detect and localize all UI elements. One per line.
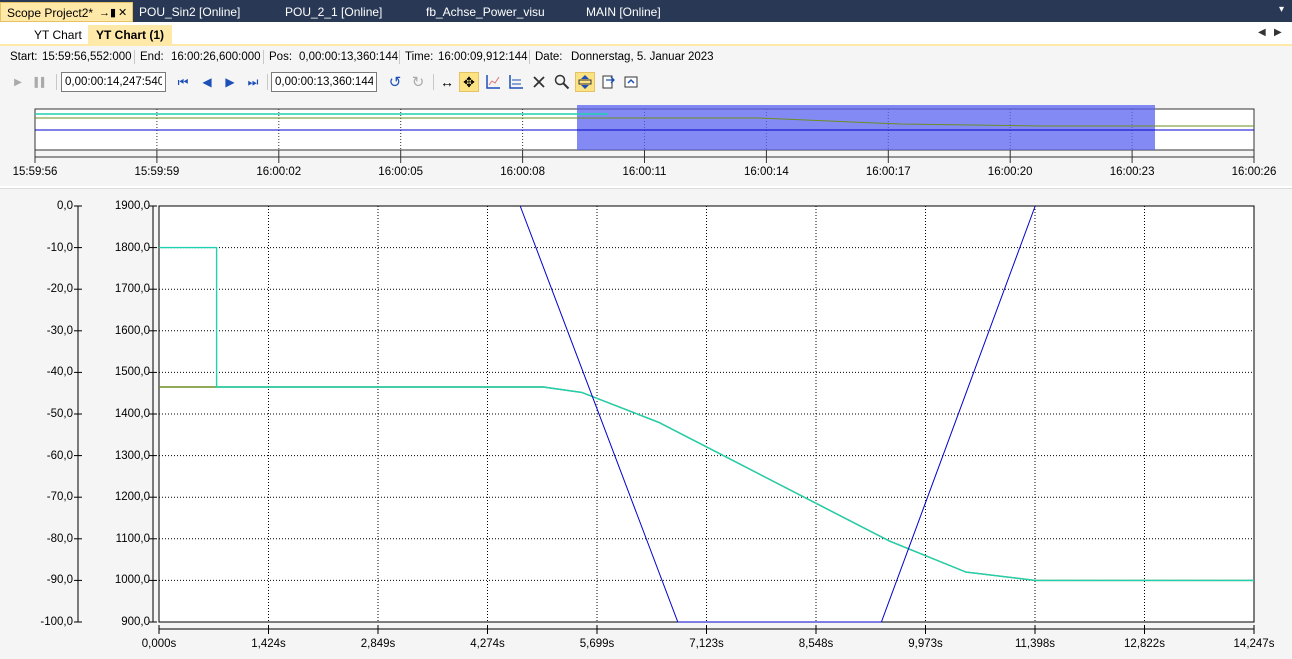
y-tick-label: -60,0 <box>46 449 73 462</box>
y-tick-label: 1300,0 <box>114 449 150 462</box>
overview-selection[interactable] <box>577 105 1155 150</box>
end-value: 16:00:26,600:000 <box>171 51 261 63</box>
x-tick-label: 2,849s <box>360 638 396 650</box>
y-tick-label: 1800,0 <box>114 241 150 254</box>
chart-icon[interactable] <box>483 72 503 92</box>
time-value: 16:00:09,912:144 <box>438 51 528 63</box>
info-row: Start: 15:59:56,552:000 End: 16:00:26,60… <box>0 46 1292 68</box>
x-tick-label: 7,123s <box>689 638 724 650</box>
y-tick-label: -40,0 <box>46 366 73 379</box>
tab-yt-chart-1[interactable]: YT Chart (1) <box>88 25 173 45</box>
x-tick-label: 12,822s <box>1124 638 1165 650</box>
date-label: Date: <box>535 51 563 63</box>
y-tick-label: -10,0 <box>46 241 73 254</box>
y-tick-label: -90,0 <box>46 574 73 587</box>
y-tick-label: 1600,0 <box>114 324 150 337</box>
zoom-icon[interactable] <box>552 72 572 92</box>
doc-tab-scope-project[interactable]: Scope Project2* →▮ ✕ <box>0 2 133 22</box>
y-tick-label: 0,0 <box>57 200 73 212</box>
prev-button[interactable]: ◀ <box>197 72 217 92</box>
y-tick-label: 1200,0 <box>114 491 150 504</box>
x-tick-label: 4,274s <box>470 638 505 650</box>
next-button[interactable]: ▶ <box>220 72 240 92</box>
play-button[interactable]: ▶ <box>8 72 28 92</box>
y-tick-label: 1500,0 <box>114 366 150 379</box>
x-tick-label: 1,424s <box>251 638 286 650</box>
x-tick-label: 5,699s <box>579 638 615 650</box>
pause-button[interactable]: ▌▌ <box>31 72 51 92</box>
y-tick-label: -50,0 <box>46 408 73 420</box>
x-tick-label: 11,398s <box>1014 638 1056 650</box>
close-icon[interactable]: ✕ <box>118 3 127 23</box>
x-tick-label: 8,548s <box>798 638 834 650</box>
y-tick-label: 1400,0 <box>114 408 150 420</box>
overview-tick-label: 16:00:23 <box>1109 166 1155 178</box>
position-input[interactable] <box>271 72 377 92</box>
scroll-right-icon[interactable]: ▶ <box>1274 27 1282 38</box>
overview-tick-label: 16:00:11 <box>622 166 667 178</box>
x-tick-label: 9,973s <box>908 638 943 650</box>
first-button[interactable]: ⏮ <box>173 72 193 92</box>
overview-tick-label: 16:00:20 <box>987 166 1033 178</box>
overview-tick-label: 16:00:05 <box>378 166 424 178</box>
doc-tab-label: MAIN [Online] <box>586 5 661 19</box>
time-label: Time: <box>405 51 434 63</box>
y-tick-label: 1900,0 <box>114 200 150 212</box>
export-icon[interactable] <box>621 72 641 92</box>
y-tick-label: 1100,0 <box>115 532 150 545</box>
zoom-icon[interactable] <box>575 72 595 92</box>
y-tick-label: -100,0 <box>40 616 73 628</box>
document-tab-strip: Scope Project2* →▮ ✕ POU_Sin2 [Online] P… <box>0 0 1292 22</box>
chart-icon[interactable] <box>506 72 526 92</box>
doc-tab-label: POU_Sin2 [Online] <box>139 5 241 19</box>
redo-button[interactable]: ↻ <box>408 72 428 92</box>
start-value: 15:59:56,552:000 <box>42 51 132 63</box>
doc-tab-label: fb_Achse_Power_visu <box>426 5 545 19</box>
scope-toolbar: ▶ ▌▌ ⏮ ◀ ▶ ⏭ ↺ ↻ ↔ ✥ <box>0 68 1292 96</box>
overview-tick-label: 15:59:59 <box>134 166 180 178</box>
pos-value: 0,00:00:13,360:144 <box>299 51 399 63</box>
overview-tick-label: 15:59:56 <box>12 166 58 178</box>
doc-tab-fb-achse[interactable]: fb_Achse_Power_visu <box>420 2 545 22</box>
yt-chart-svg[interactable] <box>0 189 1292 659</box>
y-tick-label: 1700,0 <box>114 283 150 296</box>
last-button[interactable]: ⏭ <box>243 72 263 92</box>
y-tick-label: -20,0 <box>46 283 73 296</box>
yt-chart[interactable]: 0,0 -10,0 -20,0 -30,0 -40,0 -50,0 -60,0 -70,0 -8… <box>0 188 1292 659</box>
pan-button[interactable]: ↔ <box>437 72 457 92</box>
doc-tab-pou-2-1[interactable]: POU_2_1 [Online] <box>279 2 382 22</box>
move-button[interactable]: ✥ <box>459 72 479 92</box>
doc-tab-main[interactable]: MAIN [Online] <box>580 2 661 22</box>
overview-tick-label: 16:00:26 <box>1231 166 1277 178</box>
timespan-input[interactable] <box>61 72 166 92</box>
overview-chart[interactable]: 15:59:56 15:59:59 16:00:02 16:00:05 16:00:08… <box>0 96 1292 186</box>
y-tick-label: 900,0 <box>121 616 150 628</box>
end-label: End: <box>140 51 164 63</box>
overview-tick-label: 16:00:02 <box>256 166 302 178</box>
pos-label: Pos: <box>269 51 293 63</box>
chevron-down-icon[interactable]: ▾ <box>1279 4 1284 15</box>
y-tick-label: 1000,0 <box>114 574 150 587</box>
doc-tab-label: Scope Project2* <box>7 6 94 20</box>
chart-icon[interactable] <box>529 72 549 92</box>
x-tick-label: 14,247s <box>1233 638 1275 650</box>
overview-tick-label: 16:00:14 <box>744 166 789 178</box>
chart-tab-strip: YT Chart YT Chart (1) ◀ ▶ <box>0 22 1292 46</box>
doc-tab-pou-sin2[interactable]: POU_Sin2 [Online] <box>133 2 240 22</box>
overview-tick-label: 16:00:08 <box>500 166 545 178</box>
doc-tab-label: POU_2_1 [Online] <box>285 5 383 19</box>
y-tick-label: -70,0 <box>46 491 73 504</box>
pin-icon[interactable]: →▮ <box>99 3 116 23</box>
export-icon[interactable] <box>598 72 618 92</box>
tab-yt-chart[interactable]: YT Chart <box>26 25 90 45</box>
undo-button[interactable]: ↺ <box>385 72 405 92</box>
overview-tick-label: 16:00:17 <box>865 166 911 178</box>
y-tick-label: -80,0 <box>46 532 73 545</box>
scroll-left-icon[interactable]: ◀ <box>1258 27 1266 38</box>
start-label: Start: <box>10 51 38 63</box>
y-tick-label: -30,0 <box>46 324 73 337</box>
date-value: Donnerstag, 5. Januar 2023 <box>571 51 714 63</box>
x-tick-label: 0,000s <box>141 638 177 650</box>
